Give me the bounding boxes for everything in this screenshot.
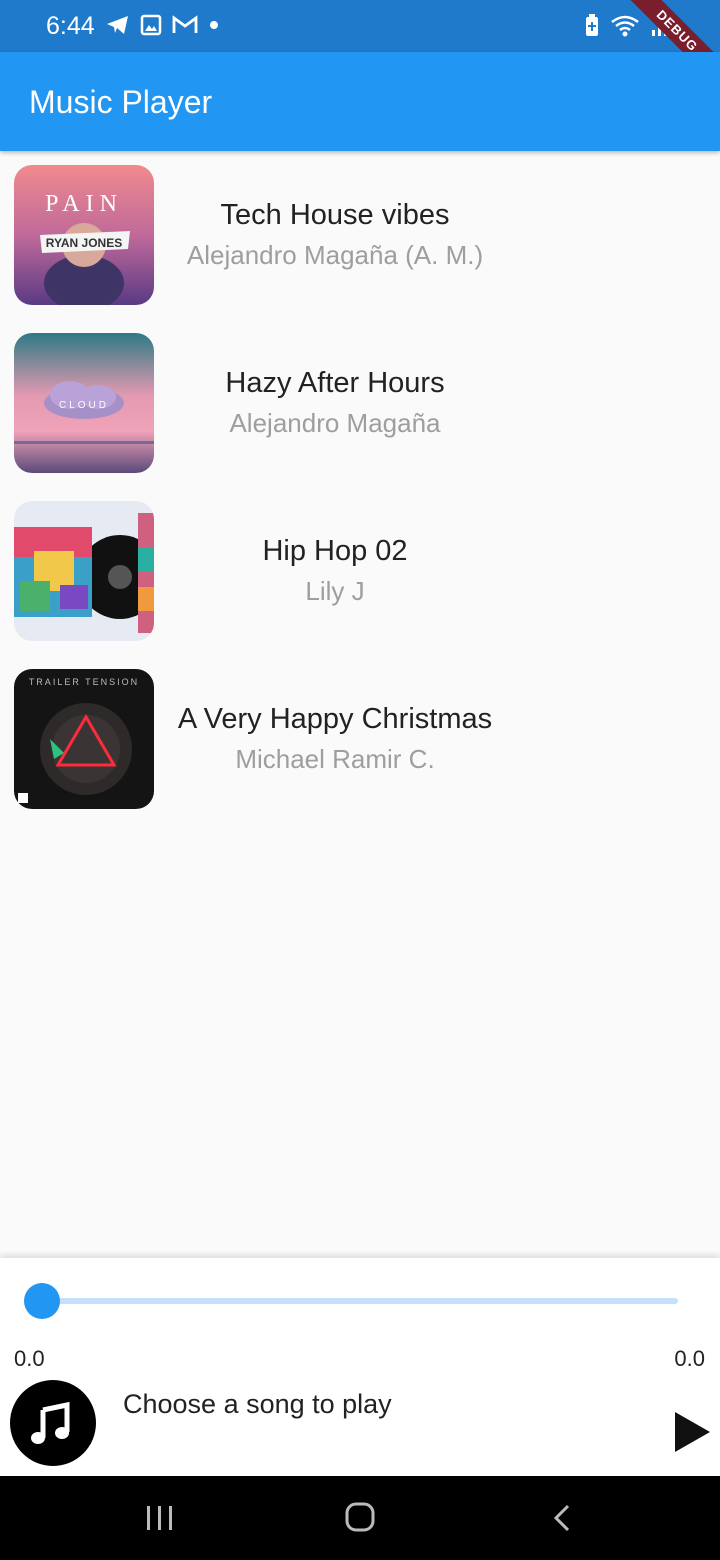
play-button[interactable] [672, 1410, 712, 1454]
svg-text:RYAN JONES: RYAN JONES [46, 236, 122, 250]
album-cover: CLOUD [14, 333, 154, 473]
battery-saver-icon [586, 14, 598, 36]
song-item[interactable]: CLOUD Hazy After Hours Alejandro Magaña [0, 319, 720, 487]
album-cover [14, 501, 154, 641]
song-artist: Alejandro Magaña (A. M.) [186, 240, 484, 270]
album-cover: PAIN RYAN JONES [14, 165, 154, 305]
status-time: 6:44 [46, 12, 95, 40]
gmail-icon [172, 15, 198, 33]
song-artist: Alejandro Magaña [229, 408, 441, 438]
music-note-icon [31, 1401, 70, 1444]
svg-text:CLOUD: CLOUD [59, 400, 109, 411]
song-title: Hip Hop 02 [262, 535, 408, 567]
song-title: A Very Happy Christmas [177, 703, 493, 735]
app-bar: Music Player [0, 52, 720, 151]
system-nav-bar [0, 1476, 720, 1560]
song-item[interactable]: Hip Hop 02 Lily J [0, 487, 720, 655]
svg-text:TRAILER TENSION: TRAILER TENSION [29, 677, 139, 687]
song-item[interactable]: PAIN RYAN JONES Tech House vibes Alejand… [0, 151, 720, 319]
back-icon[interactable] [542, 1500, 582, 1536]
page-title: Music Player [29, 84, 213, 120]
dot-icon [210, 21, 218, 29]
song-title: Hazy After Hours [225, 367, 445, 399]
progress-slider-track[interactable] [42, 1298, 678, 1304]
current-time: 0.0 [14, 1346, 45, 1371]
song-title: Tech House vibes [220, 199, 450, 231]
player-panel: 0.0 0.0 Choose a song to play [0, 1258, 720, 1476]
progress-slider-thumb[interactable] [24, 1283, 60, 1319]
total-time: 0.0 [674, 1346, 705, 1371]
home-icon[interactable] [340, 1500, 380, 1536]
status-bar: 6:44 DEBUG [0, 0, 720, 92]
svg-text:PAIN: PAIN [45, 191, 123, 217]
wifi-icon [611, 15, 639, 37]
gallery-icon [140, 14, 162, 36]
song-artist: Lily J [305, 576, 365, 606]
song-artist: Michael Ramir C. [235, 744, 435, 774]
album-cover: TRAILER TENSION [14, 669, 154, 809]
now-playing-avatar [10, 1380, 96, 1466]
song-item[interactable]: TRAILER TENSION A Very Happy Christmas M… [0, 655, 720, 823]
now-playing-title: Choose a song to play [123, 1389, 392, 1419]
telegram-icon [107, 16, 128, 34]
recent-apps-icon[interactable] [140, 1500, 180, 1536]
